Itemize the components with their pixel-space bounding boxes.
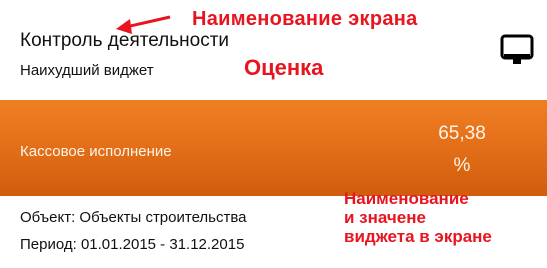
widget-period: Период: 01.01.2015 - 31.12.2015 <box>20 236 245 253</box>
control-screen: Контроль деятельности Наихудший виджет К… <box>0 0 547 268</box>
widget-value-block: 65,38 % <box>427 118 497 182</box>
display-mode-button[interactable] <box>500 33 534 69</box>
annotation-widget-line-1: Наименование <box>344 189 469 208</box>
monitor-icon <box>500 34 534 64</box>
annotation-rating: Оценка <box>244 55 324 80</box>
widget-value: 65,38 <box>438 123 486 144</box>
annotation-widget-line-3: виджета в экране <box>344 227 492 246</box>
worst-widget-label: Наихудший виджет <box>20 62 154 79</box>
annotation-widget-line-2: и значене <box>344 208 426 227</box>
annotation-screen-name: Наименование экрана <box>192 8 418 30</box>
widget-tile[interactable]: Кассовое исполнение 65,38 % <box>0 100 547 196</box>
annotation-widget: Наименование и значене виджета в экране <box>344 189 492 246</box>
widget-name: Кассовое исполнение <box>20 143 172 160</box>
arrow-icon <box>116 15 171 34</box>
widget-object: Объект: Объекты строительства <box>20 209 247 226</box>
widget-unit: % <box>453 155 471 176</box>
